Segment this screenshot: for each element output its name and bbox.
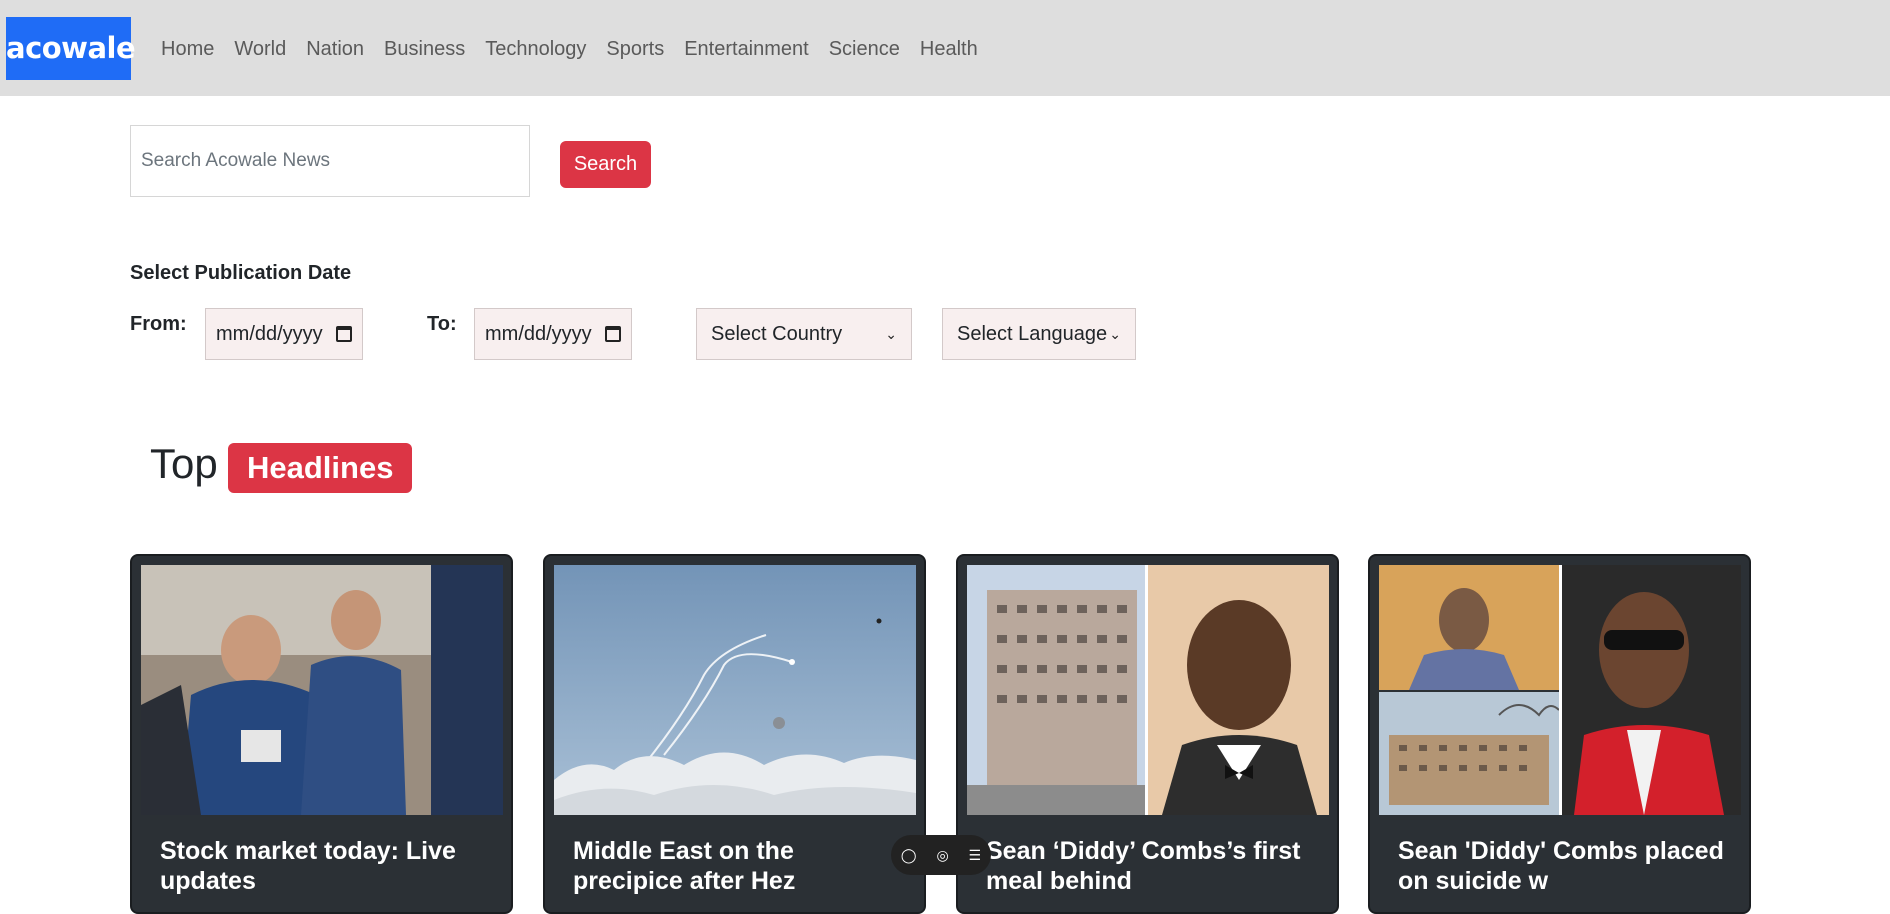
- news-card-image[interactable]: [141, 565, 503, 815]
- to-label: To:: [427, 313, 457, 335]
- news-card[interactable]: Sean ‘Diddy’ Combs’s first meal behind: [956, 554, 1339, 914]
- nav-sports[interactable]: Sports: [606, 38, 664, 61]
- calendar-icon[interactable]: [605, 326, 621, 342]
- search-input[interactable]: [130, 125, 530, 197]
- nav-science[interactable]: Science: [829, 38, 900, 61]
- from-date-value: mm/dd/yyyy: [216, 322, 323, 345]
- chevron-down-icon: ⌄: [1109, 325, 1121, 342]
- publication-date-heading: Select Publication Date: [130, 262, 352, 284]
- news-card-title[interactable]: Stock market today: Live updates: [160, 836, 491, 896]
- country-select[interactable]: Select Country ⌄: [696, 308, 912, 360]
- from-label: From:: [130, 313, 187, 335]
- from-date-input[interactable]: mm/dd/yyyy: [205, 308, 363, 360]
- brand-logo[interactable]: acowale: [6, 17, 136, 80]
- country-select-value: Select Country: [711, 322, 843, 345]
- top-navbar: acowale Home World Nation Business Techn…: [0, 0, 1890, 96]
- news-card[interactable]: Sean 'Diddy' Combs placed on suicide w: [1368, 554, 1751, 914]
- to-date-value: mm/dd/yyyy: [485, 322, 592, 345]
- news-card-title[interactable]: Middle East on the precipice after Hez: [573, 836, 904, 896]
- news-card-image[interactable]: [554, 565, 916, 815]
- calendar-icon[interactable]: [336, 326, 352, 342]
- search-button[interactable]: Search: [560, 141, 651, 188]
- floating-toolbar: ◯ ◎ ☰: [891, 835, 991, 875]
- chevron-down-icon: ⌄: [885, 325, 897, 342]
- section-title: Top: [150, 440, 218, 487]
- language-select[interactable]: Select Language ⌄: [942, 308, 1136, 360]
- section-title-badge: Headlines: [228, 443, 413, 493]
- news-card[interactable]: Middle East on the precipice after Hez: [543, 554, 926, 914]
- nav-links: Home World Nation Business Technology Sp…: [161, 38, 998, 61]
- news-card-image[interactable]: [967, 565, 1329, 815]
- nav-home[interactable]: Home: [161, 38, 214, 61]
- news-card-title[interactable]: Sean ‘Diddy’ Combs’s first meal behind: [986, 836, 1317, 896]
- nav-world[interactable]: World: [234, 38, 286, 61]
- news-card-image[interactable]: [1379, 565, 1741, 815]
- list-icon[interactable]: ☰: [969, 847, 982, 864]
- nav-health[interactable]: Health: [920, 38, 978, 61]
- language-select-value: Select Language: [957, 322, 1108, 345]
- chat-icon[interactable]: ◯: [901, 847, 917, 864]
- nav-entertainment[interactable]: Entertainment: [684, 38, 809, 61]
- eye-icon[interactable]: ◎: [936, 847, 948, 864]
- news-card-title[interactable]: Sean 'Diddy' Combs placed on suicide w: [1398, 836, 1729, 896]
- to-date-input[interactable]: mm/dd/yyyy: [474, 308, 632, 360]
- news-card[interactable]: Stock market today: Live updates: [130, 554, 513, 914]
- nav-technology[interactable]: Technology: [485, 38, 586, 61]
- nav-nation[interactable]: Nation: [306, 38, 364, 61]
- nav-business[interactable]: Business: [384, 38, 465, 61]
